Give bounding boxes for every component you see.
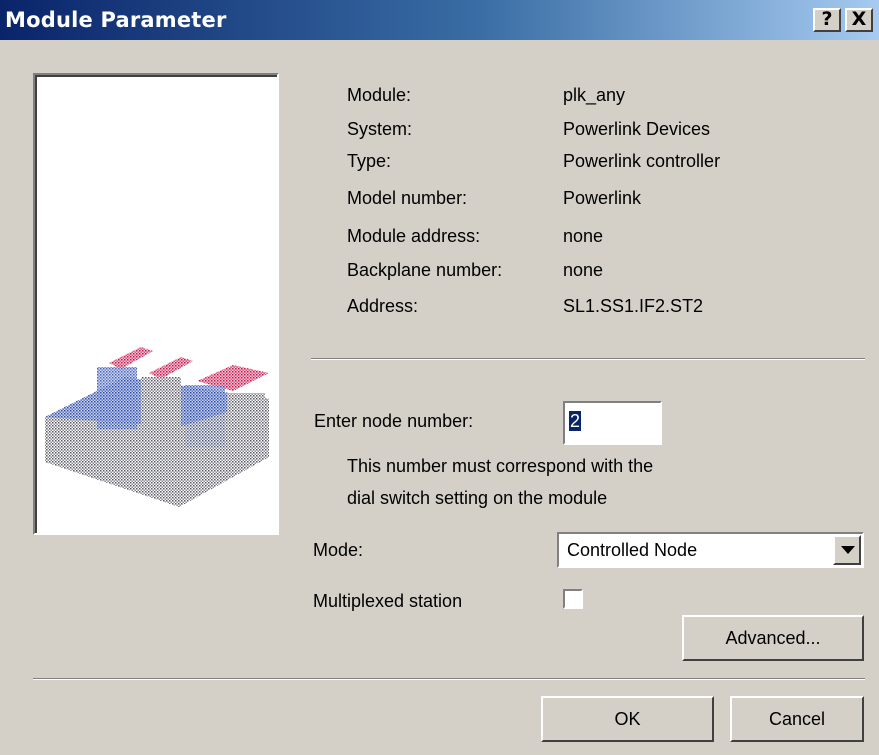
node-number-label: Enter node number: [314,411,474,431]
node-number-input[interactable]: 2 [563,401,662,445]
type-value: Powerlink controller [563,151,721,171]
model-number-label: Model number: [347,188,468,208]
ok-button-label: OK [614,709,641,729]
module-picture [35,75,277,533]
window-title: Module Parameter [5,8,227,32]
bottom-separator [33,678,865,680]
module-parameter-dialog: Module Parameter ? X Module: plk_any Sys… [0,0,879,755]
module-picture-frame [33,73,279,535]
ok-button[interactable]: OK [541,696,714,742]
type-label: Type: [347,151,392,171]
chevron-down-icon [841,546,855,554]
backplane-number-label: Backplane number: [347,260,503,280]
mode-dropdown-button[interactable] [833,535,861,565]
mode-label: Mode: [313,540,364,560]
multiplexed-station-checkbox[interactable] [563,589,583,609]
module-address-label: Module address: [347,226,481,246]
system-label: System: [347,119,413,139]
backplane-number-value: none [563,260,604,280]
mode-select[interactable]: Controlled Node [557,532,864,568]
model-number-value: Powerlink [563,188,642,208]
mode-selected-value: Controlled Node [567,540,698,560]
advanced-button[interactable]: Advanced... [682,615,864,661]
node-number-value: 2 [569,411,582,431]
powerlink-module-icon [45,347,269,507]
advanced-button-label: Advanced... [725,628,821,648]
title-bar[interactable]: Module Parameter ? X [0,0,879,40]
cancel-button-label: Cancel [768,709,826,729]
cancel-button[interactable]: Cancel [730,696,864,742]
node-hint-line-1: This number must correspond with the [347,456,654,476]
module-label: Module: [347,85,412,105]
close-icon: X [851,8,867,30]
help-button[interactable]: ? [813,8,841,32]
module-address-value: none [563,226,604,246]
address-label: Address: [347,296,419,316]
system-value: Powerlink Devices [563,119,711,139]
node-hint-line-2: dial switch setting on the module [347,488,608,508]
address-value: SL1.SS1.IF2.ST2 [563,296,704,316]
multiplexed-station-label: Multiplexed station [313,591,463,611]
module-value: plk_any [563,85,626,105]
help-icon: ? [821,8,833,30]
info-separator [311,358,865,360]
close-button[interactable]: X [845,8,873,32]
